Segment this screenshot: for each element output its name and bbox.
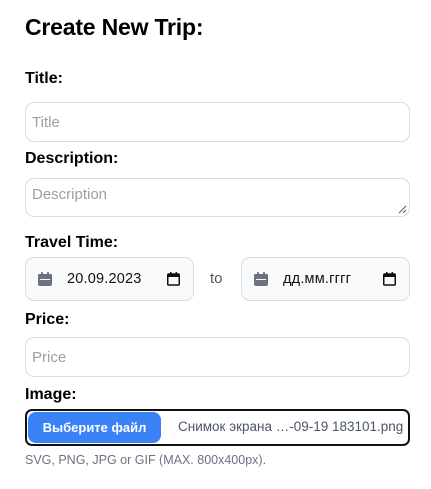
date-range-separator: to xyxy=(210,270,223,287)
selected-file-name: Снимок экрана …-09-19 183101.png xyxy=(178,419,404,434)
description-textarea[interactable]: Description xyxy=(25,178,410,217)
end-date-value: дд.мм.гггг xyxy=(283,271,352,287)
price-label: Price: xyxy=(25,311,70,328)
calendar-icon xyxy=(254,272,268,286)
image-file-input[interactable]: Выберите файл Снимок экрана …-09-19 1831… xyxy=(25,409,410,446)
choose-file-button[interactable]: Выберите файл xyxy=(28,412,161,443)
image-label: Image: xyxy=(25,386,77,403)
date-picker-icon[interactable] xyxy=(383,272,396,286)
calendar-icon xyxy=(38,272,52,286)
date-picker-icon[interactable] xyxy=(167,272,180,286)
description-label: Description: xyxy=(25,150,119,167)
image-help-text: SVG, PNG, JPG or GIF (MAX. 800x400px). xyxy=(25,453,267,467)
title-label: Title: xyxy=(25,70,63,87)
end-date-input[interactable]: дд.мм.гггг xyxy=(241,257,410,301)
travel-time-label: Travel Time: xyxy=(25,234,119,251)
page-title: Create New Trip: xyxy=(25,14,204,40)
title-input[interactable]: Title xyxy=(25,102,410,142)
start-date-input[interactable]: 20.09.2023 xyxy=(25,257,194,301)
start-date-value: 20.09.2023 xyxy=(67,271,142,287)
title-placeholder: Title xyxy=(32,114,60,131)
description-placeholder: Description xyxy=(32,186,108,203)
price-input[interactable]: Price xyxy=(25,337,410,377)
price-placeholder: Price xyxy=(32,349,67,366)
resize-handle-icon[interactable] xyxy=(398,205,407,214)
